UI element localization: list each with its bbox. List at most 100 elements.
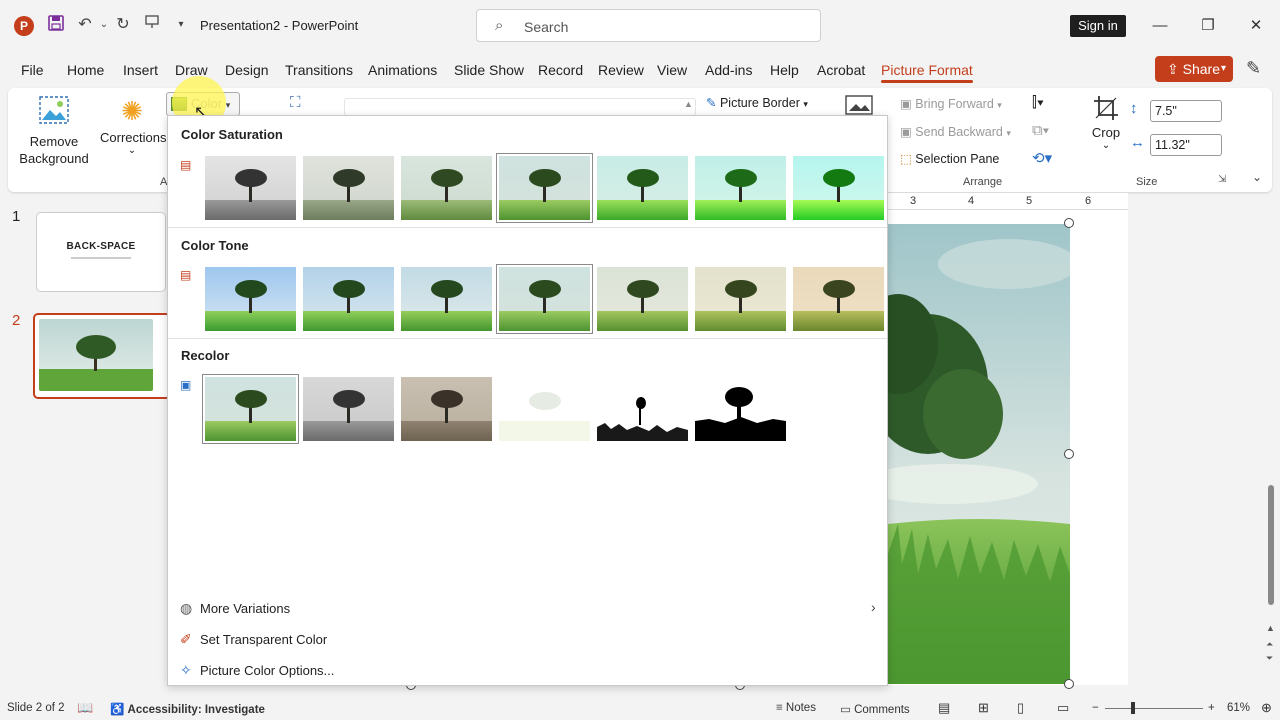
slideshow-view-icon[interactable]: ▭	[1057, 700, 1069, 716]
next-slide-icon[interactable]: ⏷	[1266, 653, 1273, 664]
remove-background-icon	[39, 96, 69, 124]
remove-background-button[interactable]: Remove Background	[18, 96, 90, 167]
recolor-swatch[interactable]	[401, 377, 492, 441]
notes-button[interactable]: ≡ Notes	[776, 702, 816, 714]
color-tone-swatch[interactable]	[303, 267, 394, 331]
tab-file[interactable]: File	[21, 62, 44, 78]
height-input[interactable]: 7.5"	[1150, 100, 1222, 122]
sign-in-button[interactable]: Sign in	[1070, 15, 1126, 37]
slide-picture[interactable]	[888, 224, 1070, 684]
share-button[interactable]: ⇪ Share ▾	[1155, 56, 1233, 82]
bring-forward-label: Bring Forward	[915, 97, 994, 111]
comment-person-icon[interactable]: ✎	[1246, 58, 1261, 79]
tab-slide-show[interactable]: Slide Show	[454, 62, 524, 78]
recolor-swatch[interactable]	[597, 377, 688, 441]
slide-thumbnail-2[interactable]	[33, 313, 171, 399]
size-dialog-launcher-icon[interactable]: ⇲	[1218, 174, 1226, 185]
recolor-swatch[interactable]	[303, 377, 394, 441]
save-icon[interactable]	[45, 14, 67, 36]
tab-picture-format[interactable]: Picture Format	[881, 62, 973, 83]
vertical-scrollbar[interactable]: ▲ ⏶ ⏷	[1262, 193, 1280, 685]
recolor-swatch[interactable]	[793, 377, 884, 441]
previous-slide-icon[interactable]: ⏶	[1266, 639, 1273, 650]
redo-icon[interactable]: ↻	[112, 14, 134, 36]
width-input[interactable]: 11.32"	[1150, 134, 1222, 156]
resize-handle-bottom-right[interactable]	[1064, 679, 1074, 689]
zoom-slider[interactable]	[1105, 708, 1203, 709]
transparent-pen-icon: ✐	[180, 631, 192, 647]
color-tone-swatch[interactable]	[793, 267, 884, 331]
color-saturation-swatch[interactable]	[695, 156, 786, 220]
resize-handle-middle-right[interactable]	[1064, 449, 1074, 459]
tab-animations[interactable]: Animations	[368, 62, 437, 78]
color-saturation-swatch[interactable]	[303, 156, 394, 220]
color-tone-swatch[interactable]	[401, 267, 492, 331]
tab-review[interactable]: Review	[598, 62, 644, 78]
recolor-swatch[interactable]	[202, 374, 299, 444]
more-variations-item[interactable]: ◍ More Variations	[180, 600, 290, 617]
reading-view-icon[interactable]: ▯	[1017, 700, 1024, 716]
set-transparent-color-item[interactable]: ✐ Set Transparent Color	[180, 631, 327, 648]
slide-sorter-icon[interactable]: ⊞	[978, 700, 989, 716]
resize-handle-top-right[interactable]	[1064, 218, 1074, 228]
comments-button[interactable]: ▭ Comments	[840, 702, 910, 716]
crop-button[interactable]: Crop ⌄	[1088, 94, 1124, 151]
color-tone-swatch[interactable]	[695, 267, 786, 331]
rotate-icon[interactable]: ⟲▾	[1032, 149, 1052, 167]
recolor-swatch[interactable]	[499, 377, 590, 441]
tab-acrobat[interactable]: Acrobat	[817, 62, 865, 78]
color-saturation-swatch[interactable]	[793, 156, 884, 220]
compress-pictures-icon[interactable]: ⛶	[290, 94, 301, 111]
picture-styles-gallery[interactable]	[344, 98, 696, 116]
minimize-icon[interactable]: —	[1148, 14, 1172, 38]
restore-icon[interactable]: ❐	[1196, 14, 1220, 38]
zoom-out-icon[interactable]: −	[1092, 702, 1099, 714]
scroll-up-icon[interactable]: ▲	[1266, 623, 1275, 633]
picture-color-options-item[interactable]: ✧ Picture Color Options...	[180, 662, 334, 679]
tab-home[interactable]: Home	[67, 62, 104, 78]
color-tone-swatch[interactable]	[597, 267, 688, 331]
fit-to-window-icon[interactable]: ⊕	[1261, 700, 1272, 716]
color-saturation-swatch[interactable]	[401, 156, 492, 220]
zoom-in-icon[interactable]: +	[1208, 702, 1215, 714]
alt-text-icon[interactable]	[844, 94, 874, 116]
color-saturation-swatch[interactable]	[205, 156, 296, 220]
accessibility-button[interactable]: ♿ Accessibility: Investigate	[110, 702, 265, 716]
send-backward-button[interactable]: ▣ Send Backward ▾	[900, 124, 1011, 139]
slide-thumbnail-1[interactable]: BACK-SPACE	[36, 212, 166, 292]
tab-help[interactable]: Help	[770, 62, 799, 78]
tab-insert[interactable]: Insert	[123, 62, 158, 78]
close-icon[interactable]: ✕	[1244, 14, 1268, 38]
align-icon[interactable]: ⫿▾	[1032, 94, 1044, 111]
collapse-ribbon-icon[interactable]: ⌄	[1252, 170, 1262, 184]
spelling-icon[interactable]: 📖	[77, 700, 93, 716]
customize-toolbar-icon[interactable]: ▾	[170, 14, 192, 36]
present-icon[interactable]	[141, 14, 163, 36]
corrections-button[interactable]: ✺ Corrections ⌄	[100, 96, 166, 156]
recolor-swatch[interactable]	[695, 377, 786, 441]
scrollbar-thumb[interactable]	[1268, 485, 1274, 605]
color-tone-swatch[interactable]	[496, 264, 593, 334]
color-tone-heading: Color Tone	[181, 238, 249, 253]
zoom-level[interactable]: 61%	[1227, 702, 1250, 714]
notes-icon: ≡	[776, 702, 786, 714]
search-box[interactable]: ⌕ Search	[476, 9, 821, 42]
tab-view[interactable]: View	[657, 62, 687, 78]
share-icon: ⇪	[1167, 61, 1183, 77]
color-saturation-swatch[interactable]	[496, 153, 593, 223]
normal-view-icon[interactable]: ▤	[938, 700, 950, 716]
color-tone-swatch[interactable]	[205, 267, 296, 331]
zoom-slider-thumb[interactable]	[1131, 702, 1135, 714]
group-objects-icon[interactable]: ⧉▾	[1032, 122, 1049, 139]
tab-transitions[interactable]: Transitions	[285, 62, 353, 78]
tab-add-ins[interactable]: Add-ins	[705, 62, 752, 78]
color-saturation-swatch[interactable]	[597, 156, 688, 220]
tab-design[interactable]: Design	[225, 62, 269, 78]
ruler-tick: 3	[910, 195, 917, 207]
bring-forward-button[interactable]: ▣ Bring Forward ▾	[900, 96, 1002, 111]
gallery-scroll-up-icon[interactable]: ▲	[684, 99, 693, 109]
corrections-dropdown-icon: ⌄	[127, 145, 137, 156]
selection-pane-button[interactable]: ⬚ Selection Pane	[900, 151, 999, 166]
picture-border-button[interactable]: ✎ Picture Border ▾	[706, 95, 808, 110]
tab-record[interactable]: Record	[538, 62, 583, 78]
